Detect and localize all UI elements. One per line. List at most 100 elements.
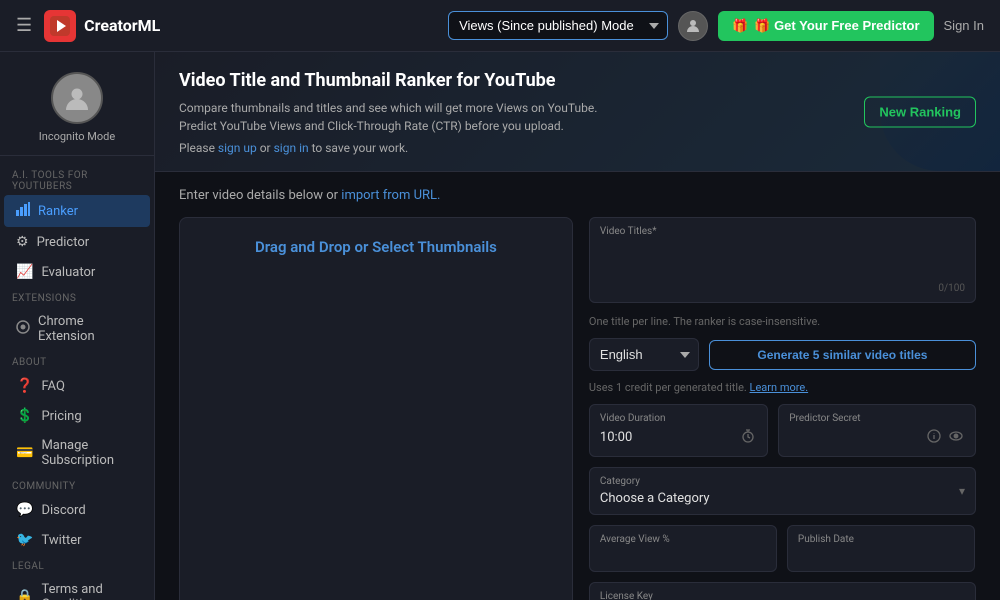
header-center: Views (Since published) Mode 🎁 🎁 Get You…	[448, 11, 984, 41]
duration-secret-row: Video Duration Predictor Secret	[589, 404, 976, 457]
avg-view-publish-row: Average View % Publish Date	[589, 525, 976, 572]
incognito-label: Incognito Mode	[39, 130, 115, 143]
sidebar: Incognito Mode A.I. Tools for YouTubers …	[0, 52, 155, 600]
sidebar-item-ranker[interactable]: Ranker	[4, 195, 150, 227]
sidebar-item-manage-subscription-label: Manage Subscription	[41, 438, 138, 468]
sign-in-link[interactable]: sign in	[274, 141, 309, 155]
sidebar-item-predictor-label: Predictor	[37, 235, 90, 250]
thumbnails-panel[interactable]: Drag and Drop or Select Thumbnails Thumb…	[179, 217, 573, 600]
form-panel: Video Titles* 0/100 One title per line. …	[589, 217, 976, 600]
uses-credit-hint: Uses 1 credit per generated title. Learn…	[589, 381, 976, 394]
video-duration-label: Video Duration	[600, 413, 757, 424]
sidebar-item-twitter[interactable]: 🐦 Twitter	[4, 525, 150, 555]
sidebar-item-chrome[interactable]: Chrome Extension	[4, 307, 150, 351]
hamburger-button[interactable]: ☰	[16, 15, 32, 36]
sidebar-section-ai-tools: A.I. Tools for YouTubers	[0, 164, 154, 195]
publish-date-label: Publish Date	[798, 534, 964, 545]
sidebar-item-predictor[interactable]: ⚙ Predictor	[4, 227, 150, 257]
sidebar-item-evaluator-label: Evaluator	[41, 265, 95, 280]
sidebar-section-about: About	[0, 351, 154, 371]
video-duration-field: Video Duration	[589, 404, 768, 457]
publish-date-input[interactable]	[798, 548, 964, 563]
body-layout: Incognito Mode A.I. Tools for YouTubers …	[0, 52, 1000, 600]
license-key-label: License Key	[600, 591, 965, 600]
generate-titles-button[interactable]: Generate 5 similar video titles	[709, 340, 976, 370]
sidebar-item-pricing[interactable]: 💲 Pricing	[4, 401, 150, 431]
sidebar-item-discord-label: Discord	[41, 503, 85, 518]
sidebar-profile: Incognito Mode	[0, 64, 154, 156]
predictor-secret-info-icon[interactable]	[925, 427, 943, 448]
average-view-input[interactable]	[600, 548, 766, 563]
sidebar-item-terms-label: Terms and Conditions	[41, 582, 138, 600]
video-titles-field: Video Titles* 0/100	[589, 217, 976, 303]
category-select[interactable]: Category Choose a Category ▾	[589, 467, 976, 515]
sidebar-item-faq-label: FAQ	[41, 379, 64, 394]
ranker-columns: Drag and Drop or Select Thumbnails Thumb…	[179, 217, 976, 600]
char-count: 0/100	[938, 283, 965, 294]
language-generate-row: English Generate 5 similar video titles	[589, 338, 976, 371]
duration-icon-button[interactable]	[739, 427, 757, 448]
evaluator-icon: 📈	[16, 264, 33, 280]
logo: CreatorML	[44, 10, 160, 42]
predictor-secret-toggle-visibility[interactable]	[947, 427, 965, 448]
sidebar-item-ranker-label: Ranker	[38, 204, 78, 219]
logo-icon	[44, 10, 76, 42]
category-chevron-icon: ▾	[959, 484, 965, 498]
publish-date-field: Publish Date	[787, 525, 975, 572]
video-titles-input[interactable]	[600, 240, 965, 290]
main-content: Video Title and Thumbnail Ranker for You…	[155, 52, 1000, 600]
ranker-icon	[16, 202, 30, 220]
sidebar-item-chrome-label: Chrome Extension	[38, 314, 138, 344]
header: ☰ CreatorML Views (Since published) Mode…	[0, 0, 1000, 52]
video-titles-label: Video Titles*	[600, 226, 965, 237]
banner-description: Compare thumbnails and titles and see wh…	[179, 99, 619, 135]
video-duration-input-row	[600, 427, 757, 448]
pricing-icon: 💲	[16, 408, 33, 424]
category-value: Choose a Category	[600, 491, 710, 506]
banner-title: Video Title and Thumbnail Ranker for You…	[179, 70, 976, 91]
predictor-secret-input[interactable]	[789, 430, 921, 445]
sidebar-item-manage-subscription[interactable]: 💳 Manage Subscription	[4, 431, 150, 475]
sidebar-item-twitter-label: Twitter	[41, 533, 81, 548]
ranker-area: Enter video details below or import from…	[155, 172, 1000, 600]
sidebar-item-pricing-label: Pricing	[41, 409, 81, 424]
subscription-icon: 💳	[16, 445, 33, 461]
twitter-icon: 🐦	[16, 532, 33, 548]
sidebar-section-extensions: Extensions	[0, 287, 154, 307]
sidebar-item-terms[interactable]: 🔒 Terms and Conditions	[4, 575, 150, 600]
predictor-icon: ⚙	[16, 234, 29, 250]
select-thumbnails-link[interactable]: Select Thumbnails	[372, 238, 497, 256]
sidebar-section-community: Community	[0, 475, 154, 495]
sidebar-item-evaluator[interactable]: 📈 Evaluator	[4, 257, 150, 287]
ranker-intro: Enter video details below or import from…	[179, 188, 976, 203]
chrome-icon	[16, 320, 30, 338]
predictor-secret-field: Predictor Secret	[778, 404, 976, 457]
sidebar-item-faq[interactable]: ❓ FAQ	[4, 371, 150, 401]
new-ranking-button[interactable]: New Ranking	[864, 96, 976, 127]
top-banner: Video Title and Thumbnail Ranker for You…	[155, 52, 1000, 172]
avatar	[51, 72, 103, 124]
predictor-secret-label: Predictor Secret	[789, 413, 965, 424]
banner-note: Please sign up or sign in to save your w…	[179, 139, 619, 157]
import-from-url-link[interactable]: import from URL.	[341, 188, 440, 203]
license-key-field: License Key	[589, 582, 976, 600]
sign-up-link[interactable]: sign up	[218, 141, 257, 155]
language-select[interactable]: English	[589, 338, 699, 371]
average-view-label: Average View %	[600, 534, 766, 545]
gift-icon: 🎁	[732, 18, 748, 34]
logo-text: CreatorML	[84, 16, 160, 35]
mode-select[interactable]: Views (Since published) Mode	[448, 11, 668, 40]
sign-in-button[interactable]: Sign In	[944, 18, 984, 33]
category-label: Category	[600, 476, 710, 487]
terms-icon: 🔒	[16, 589, 33, 600]
learn-more-link[interactable]: Learn more.	[750, 381, 809, 394]
predictor-secret-input-row	[789, 427, 965, 448]
drag-drop-text: Drag and Drop or Select Thumbnails	[255, 238, 497, 256]
get-free-predictor-button[interactable]: 🎁 🎁 Get Your Free Predictor	[718, 11, 933, 41]
faq-icon: ❓	[16, 378, 33, 394]
sidebar-item-discord[interactable]: 💬 Discord	[4, 495, 150, 525]
header-avatar	[678, 11, 708, 41]
discord-icon: 💬	[16, 502, 33, 518]
video-titles-hint: One title per line. The ranker is case-i…	[589, 315, 976, 328]
video-duration-input[interactable]	[600, 430, 735, 445]
